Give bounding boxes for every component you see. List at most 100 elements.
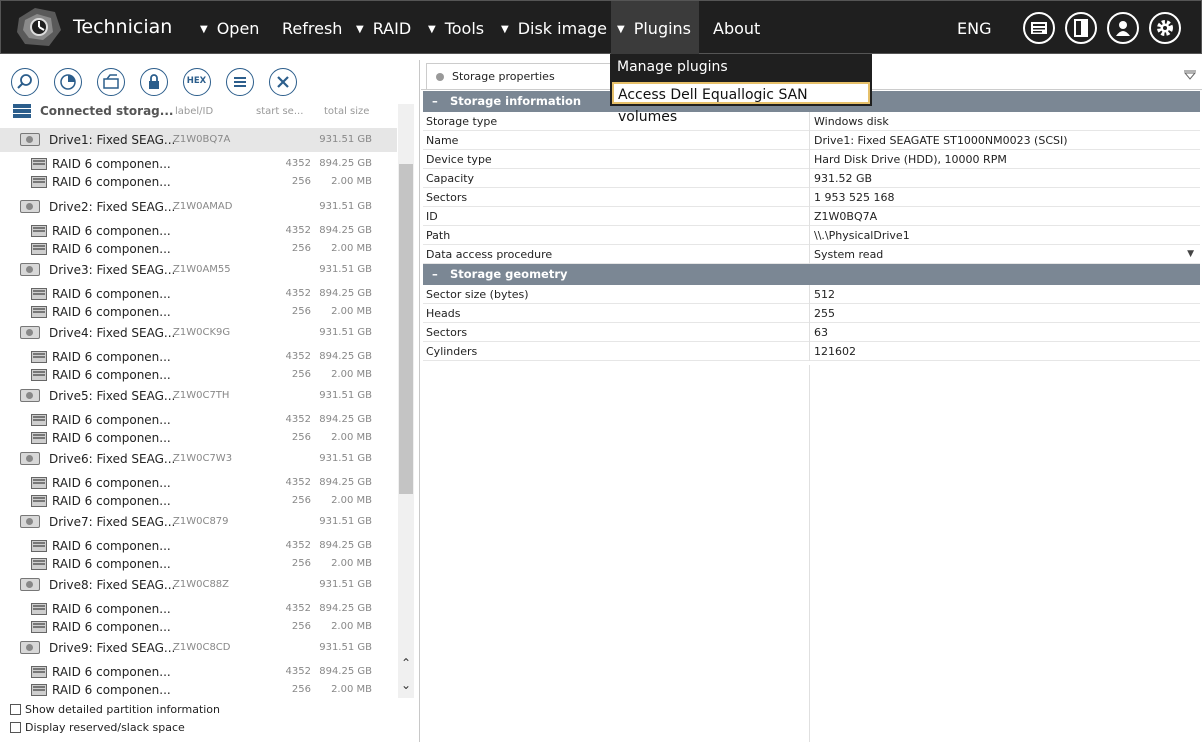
- tree-row-component[interactable]: RAID 6 componen... 4352 894.25 GB: [0, 600, 397, 618]
- tab-storage-properties[interactable]: Storage properties: [426, 63, 611, 89]
- menu-plugins[interactable]: ▼ Plugins: [611, 1, 700, 54]
- property-name: Heads: [426, 307, 461, 320]
- component-size: 894.25 GB: [319, 414, 372, 425]
- raid-component-icon: [31, 558, 47, 570]
- property-row: Name Drive1: Fixed SEAGATE ST1000NM0023 (…: [423, 131, 1200, 150]
- component-name: RAID 6 componen...: [52, 683, 171, 697]
- menu-disk-image[interactable]: ▼ Disk image: [498, 1, 607, 54]
- component-size: 894.25 GB: [319, 351, 372, 362]
- menu-item-access-dell-equallogic[interactable]: Access Dell Equallogic SAN volumes: [612, 82, 870, 125]
- collapse-icon[interactable]: –: [432, 91, 438, 112]
- tree-row-drive[interactable]: Drive2: Fixed SEAG... Z1W0AMAD 931.51 GB: [0, 198, 397, 216]
- menu-tools[interactable]: ▼ Tools: [425, 1, 484, 54]
- panel-toggle-button[interactable]: [1065, 12, 1097, 44]
- property-row: Path \\.\PhysicalDrive1: [423, 226, 1200, 245]
- storage-panel: HEX Connected storag... label/ID start s…: [0, 60, 420, 742]
- tree-row-component[interactable]: RAID 6 componen... 4352 894.25 GB: [0, 222, 397, 240]
- component-start-sector: 256: [291, 432, 311, 443]
- tree-row-drive[interactable]: Drive8: Fixed SEAG... Z1W0C88Z 931.51 GB: [0, 576, 397, 594]
- tree-row-component[interactable]: RAID 6 componen... 4352 894.25 GB: [0, 348, 397, 366]
- scan-button[interactable]: [54, 68, 82, 96]
- tree-row-component[interactable]: RAID 6 componen... 4352 894.25 GB: [0, 285, 397, 303]
- tree-row-component[interactable]: RAID 6 componen... 256 2.00 MB: [0, 492, 397, 510]
- list-button[interactable]: [226, 68, 254, 96]
- menu-about[interactable]: About: [710, 1, 760, 54]
- menu-label: Refresh: [282, 19, 343, 38]
- tree-row-component[interactable]: RAID 6 componen... 4352 894.25 GB: [0, 411, 397, 429]
- menu-refresh[interactable]: Refresh: [279, 1, 342, 54]
- menu-raid[interactable]: ▼ RAID: [353, 1, 411, 54]
- tree-row-drive[interactable]: Drive3: Fixed SEAG... Z1W0AM55 931.51 GB: [0, 261, 397, 279]
- scroll-up-icon[interactable]: ⌃: [398, 656, 414, 670]
- menu-item-manage-plugins[interactable]: Manage plugins: [617, 56, 728, 78]
- tree-row-component[interactable]: RAID 6 componen... 256 2.00 MB: [0, 240, 397, 258]
- tree-row-component[interactable]: RAID 6 componen... 256 2.00 MB: [0, 681, 397, 699]
- tree-row-drive[interactable]: Drive4: Fixed SEAG... Z1W0CK9G 931.51 GB: [0, 324, 397, 342]
- row-separator: [809, 207, 810, 226]
- language-selector[interactable]: ENG: [957, 1, 991, 56]
- tree-row-component[interactable]: RAID 6 componen... 4352 894.25 GB: [0, 537, 397, 555]
- component-name: RAID 6 componen...: [52, 494, 171, 508]
- section-header[interactable]: – Storage geometry: [423, 264, 1200, 285]
- scroll-down-icon[interactable]: ⌄: [398, 678, 414, 692]
- show-detailed-checkbox[interactable]: Show detailed partition information: [10, 703, 220, 716]
- app-title: Technician: [73, 16, 173, 38]
- tree-row-component[interactable]: RAID 6 componen... 256 2.00 MB: [0, 429, 397, 447]
- tree-row-drive[interactable]: Drive9: Fixed SEAG... Z1W0C8CD 931.51 GB: [0, 639, 397, 657]
- column-total-size[interactable]: total size: [324, 106, 369, 117]
- property-name: Cylinders: [426, 345, 478, 358]
- drive-size: 931.51 GB: [319, 390, 372, 401]
- property-row: ID Z1W0BQ7A: [423, 207, 1200, 226]
- tree-row-drive[interactable]: Drive7: Fixed SEAG... Z1W0C879 931.51 GB: [0, 513, 397, 531]
- column-label-id[interactable]: label/ID: [175, 106, 213, 117]
- lock-button[interactable]: [140, 68, 168, 96]
- drive-name: Drive3: Fixed SEAG...: [49, 263, 176, 277]
- raid-component-icon: [31, 432, 47, 444]
- tree-row-component[interactable]: RAID 6 componen... 256 2.00 MB: [0, 173, 397, 191]
- caret-down-icon: ▼: [617, 24, 625, 35]
- row-separator: [809, 245, 810, 264]
- checkbox-icon[interactable]: [10, 704, 21, 715]
- property-row[interactable]: Data access procedure System read ▼: [423, 245, 1200, 264]
- hard-drive-icon: [20, 326, 40, 339]
- scroll-thumb[interactable]: [399, 164, 413, 494]
- disk-image-button[interactable]: [97, 68, 125, 96]
- component-size: 894.25 GB: [319, 288, 372, 299]
- checkbox-icon[interactable]: [10, 722, 21, 733]
- component-name: RAID 6 componen...: [52, 557, 171, 571]
- menu-label: Disk image: [517, 19, 607, 38]
- log-button[interactable]: [1023, 12, 1055, 44]
- search-button[interactable]: [11, 68, 39, 96]
- tree-row-component[interactable]: RAID 6 componen... 256 2.00 MB: [0, 303, 397, 321]
- tree-row-component[interactable]: RAID 6 componen... 4352 894.25 GB: [0, 474, 397, 492]
- tree-row-drive[interactable]: Drive5: Fixed SEAG... Z1W0C7TH 931.51 GB: [0, 387, 397, 405]
- tree-row-component[interactable]: RAID 6 componen... 256 2.00 MB: [0, 366, 397, 384]
- dropdown-arrow-icon[interactable]: ▼: [1187, 245, 1194, 264]
- filter-icon[interactable]: [1184, 70, 1196, 80]
- hard-drive-icon: [20, 389, 40, 402]
- tree-row-component[interactable]: RAID 6 componen... 4352 894.25 GB: [0, 663, 397, 681]
- property-name: Sectors: [426, 191, 468, 204]
- tree-row-component[interactable]: RAID 6 componen... 256 2.00 MB: [0, 618, 397, 636]
- property-row: Storage type Windows disk: [423, 112, 1200, 131]
- close-button[interactable]: [269, 68, 297, 96]
- hex-viewer-button[interactable]: HEX: [183, 68, 211, 96]
- tree-scrollbar[interactable]: ⌃ ⌄: [398, 104, 414, 698]
- row-separator: [809, 323, 810, 342]
- drive-name: Drive5: Fixed SEAG...: [49, 389, 176, 403]
- tree-row-component[interactable]: RAID 6 componen... 4352 894.25 GB: [0, 155, 397, 173]
- user-button[interactable]: [1107, 12, 1139, 44]
- tree-row-drive[interactable]: Drive1: Fixed SEAG... Z1W0BQ7A 931.51 GB: [0, 128, 397, 152]
- component-size: 2.00 MB: [331, 558, 372, 569]
- column-start-sector[interactable]: start se...: [256, 106, 303, 117]
- collapse-icon[interactable]: –: [432, 264, 438, 285]
- tab-label: Storage properties: [452, 70, 555, 83]
- tree-row-drive[interactable]: Drive6: Fixed SEAG... Z1W0C7W3 931.51 GB: [0, 450, 397, 468]
- display-reserved-checkbox[interactable]: Display reserved/slack space: [10, 721, 185, 734]
- section-title: Storage geometry: [450, 267, 568, 281]
- raid-component-icon: [31, 603, 47, 615]
- raid-component-icon: [31, 158, 47, 170]
- settings-button[interactable]: [1149, 12, 1181, 44]
- menu-open[interactable]: ▼ Open: [197, 1, 259, 54]
- tree-row-component[interactable]: RAID 6 componen... 256 2.00 MB: [0, 555, 397, 573]
